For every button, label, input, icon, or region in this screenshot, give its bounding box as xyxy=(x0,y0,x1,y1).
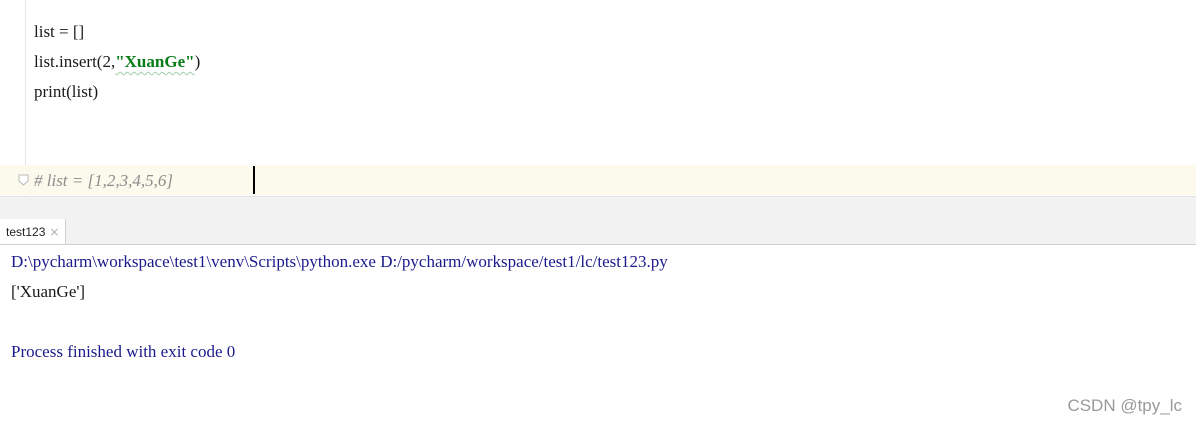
tab-test123[interactable]: test123 × xyxy=(0,219,67,244)
panel-splitter[interactable] xyxy=(0,196,1196,220)
run-console[interactable]: D:\pycharm\workspace\test1\venv\Scripts\… xyxy=(0,245,1196,425)
tab-label: test123 xyxy=(6,224,46,239)
code-line-1[interactable]: list = [] xyxy=(34,17,84,47)
current-line-highlight xyxy=(0,165,1196,195)
console-output: ['XuanGe'] xyxy=(11,282,86,301)
pycharm-window: list = [] list.insert(2,"XuanGe") print(… xyxy=(0,0,1196,425)
comment-line[interactable]: # list = [1,2,3,4,5,6] xyxy=(34,166,173,196)
code-line-1-text: list = [] xyxy=(34,22,85,41)
code-line-3-text: print(list) xyxy=(34,82,99,101)
console-command: D:\pycharm\workspace\test1\venv\Scripts\… xyxy=(11,252,668,271)
code-line-2[interactable]: list.insert(2,"XuanGe") xyxy=(34,47,200,77)
close-icon[interactable]: × xyxy=(49,226,59,238)
code-editor[interactable]: list = [] list.insert(2,"XuanGe") print(… xyxy=(0,0,1196,196)
watermark: CSDN @tpy_lc xyxy=(1067,396,1182,415)
text-caret xyxy=(253,166,255,194)
code-line-2-text: list.insert(2, xyxy=(34,52,116,71)
closing-paren: ) xyxy=(194,52,201,71)
fold-marker-icon[interactable] xyxy=(18,174,29,186)
code-line-3[interactable]: print(list) xyxy=(34,77,98,107)
run-tab-bar: test123 × xyxy=(0,219,1196,245)
console-exit-message: Process finished with exit code 0 xyxy=(11,342,236,361)
string-literal: "XuanGe" xyxy=(115,52,195,71)
